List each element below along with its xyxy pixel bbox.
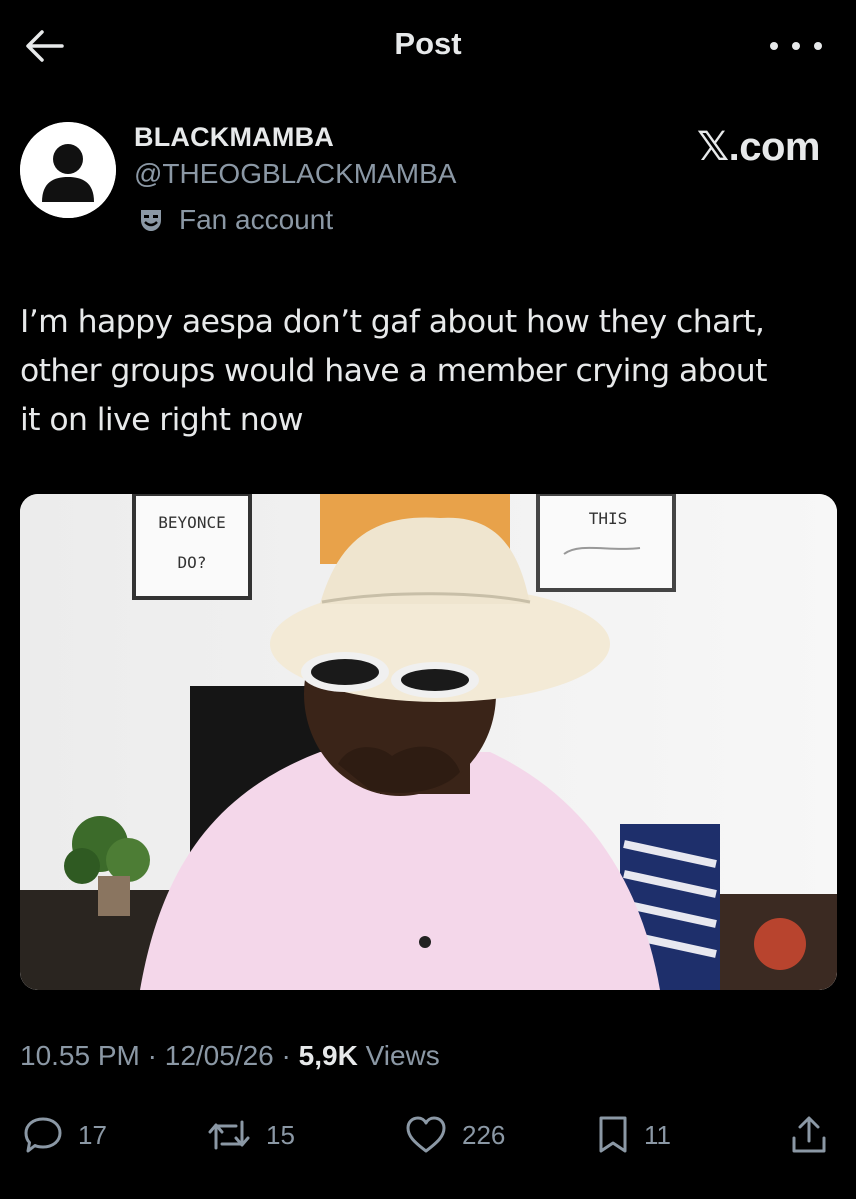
- bookmark-icon: [599, 1116, 627, 1153]
- avatar[interactable]: [20, 122, 116, 218]
- share-button[interactable]: [790, 1110, 828, 1160]
- more-options-button[interactable]: [770, 34, 822, 58]
- frame-text: THIS: [589, 509, 628, 528]
- more-horizontal-icon: [770, 42, 778, 50]
- post-media[interactable]: BEYONCE DO? THIS: [20, 494, 837, 990]
- repost-button[interactable]: 15: [206, 1110, 295, 1160]
- repost-icon: [208, 1120, 250, 1150]
- frame-text: DO?: [178, 553, 207, 572]
- views-count[interactable]: 5,9K: [299, 1040, 358, 1071]
- media-image: BEYONCE DO? THIS: [20, 494, 837, 990]
- reply-button[interactable]: 17: [22, 1110, 107, 1160]
- repost-count: 15: [266, 1119, 295, 1150]
- heart-icon: [406, 1116, 446, 1153]
- badge-label: Fan account: [179, 204, 334, 235]
- post-text-line: other groups would have a member crying …: [20, 353, 767, 389]
- bookmark-button[interactable]: 11: [596, 1110, 671, 1160]
- like-button[interactable]: 226: [404, 1110, 505, 1160]
- like-count: 226: [462, 1119, 506, 1150]
- meta-separator: ·: [281, 1040, 291, 1071]
- bookmark-count: 11: [644, 1119, 671, 1150]
- top-bar: Post: [0, 0, 856, 90]
- views-label[interactable]: Views: [366, 1040, 440, 1071]
- theater-mask-icon: [141, 210, 161, 231]
- reply-icon: [24, 1117, 62, 1153]
- post-text: I’m happy aespa don’t gaf about how they…: [20, 298, 840, 445]
- default-avatar-icon: [20, 122, 116, 218]
- post-time: 10.55 PM: [20, 1040, 140, 1071]
- watermark: 𝕏.com: [696, 125, 821, 169]
- reply-count: 17: [78, 1119, 107, 1150]
- frame-text: BEYONCE: [158, 513, 225, 532]
- author-handle[interactable]: @THEOGBLACKMAMBA: [134, 158, 456, 190]
- post-text-line: it on live right now: [20, 402, 304, 438]
- post-meta: 10.55 PM · 12/05/26 · 5,9K Views: [20, 1040, 440, 1072]
- author-name[interactable]: BLACKMAMBA: [134, 122, 334, 153]
- meta-separator: ·: [147, 1040, 157, 1071]
- post-view: Post BLACKMAMBA @THEOGBLACKMAMBA Fan acc…: [0, 0, 856, 1199]
- page-title: Post: [394, 26, 462, 61]
- fan-account-badge: Fan account: [137, 204, 333, 236]
- action-bar: 17 15 226 11: [0, 1110, 856, 1160]
- post-date: 12/05/26: [164, 1040, 274, 1071]
- post-text-line: I’m happy aespa don’t gaf about how they…: [20, 304, 765, 340]
- share-icon: [792, 1116, 826, 1153]
